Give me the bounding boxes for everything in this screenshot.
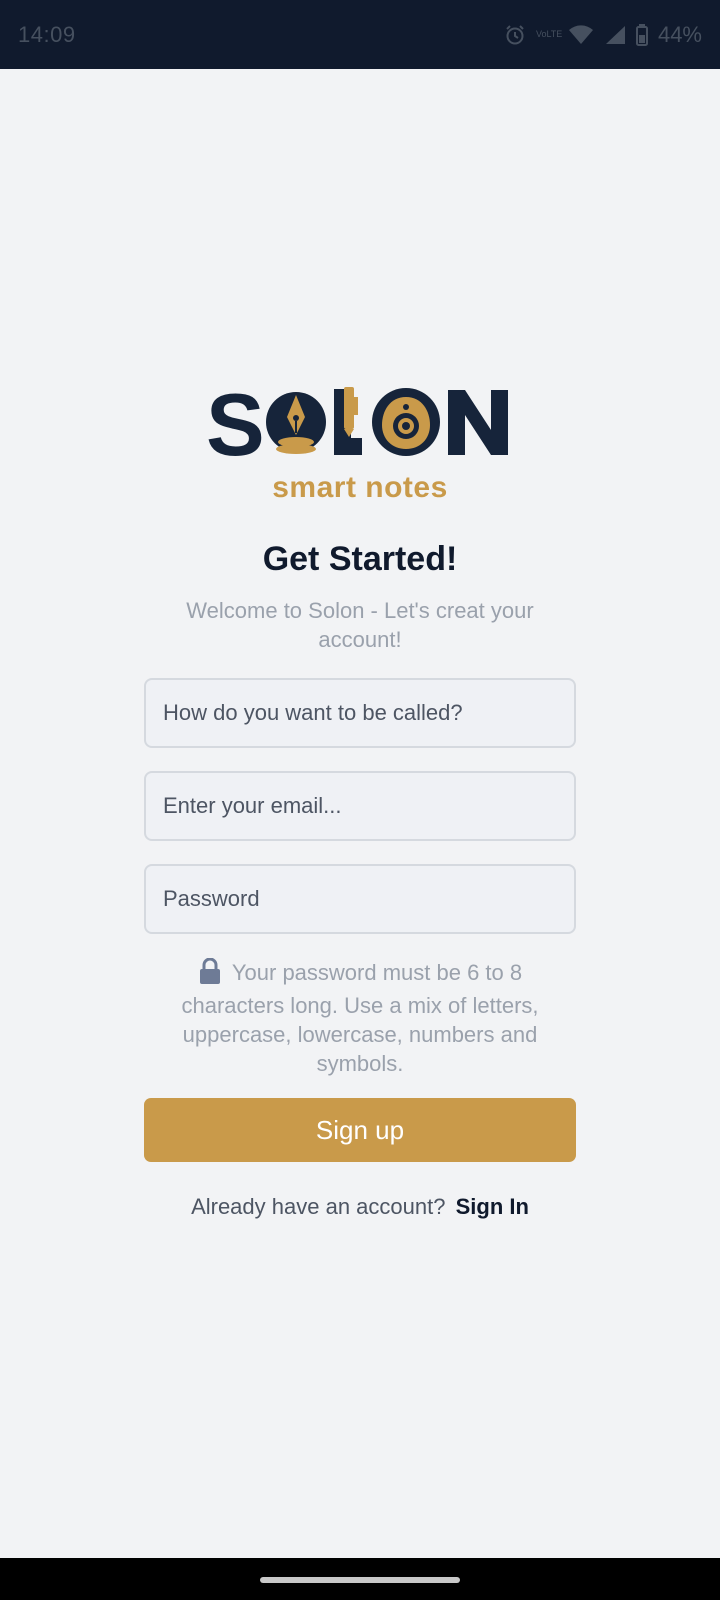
lock-icon bbox=[198, 957, 222, 991]
navigation-bar bbox=[0, 1558, 720, 1600]
status-icons: VoLTE 44% bbox=[504, 22, 702, 48]
wifi-icon bbox=[568, 24, 594, 45]
signin-prompt: Already have an account? Sign In bbox=[0, 1194, 720, 1220]
battery-icon bbox=[635, 23, 648, 46]
solon-logo-icon: S bbox=[208, 385, 508, 459]
signin-prompt-text: Already have an account? bbox=[191, 1194, 446, 1219]
battery-level: 44% bbox=[657, 21, 702, 47]
volte-icon: VoLTE bbox=[535, 29, 563, 39]
email-field[interactable] bbox=[144, 771, 576, 841]
password-input[interactable] bbox=[163, 886, 557, 912]
logo-tagline: smart notes bbox=[272, 471, 448, 504]
password-hint-text: Your password must be 6 to 8 characters … bbox=[181, 960, 539, 1076]
name-field[interactable] bbox=[144, 678, 576, 748]
page-subtitle: Welcome to Solon - Let's creat your acco… bbox=[186, 598, 534, 652]
alarm-icon bbox=[504, 24, 526, 46]
status-time: 14:09 bbox=[18, 21, 76, 47]
logo: S smart notes bbox=[0, 385, 720, 505]
signin-link[interactable]: Sign In bbox=[456, 1194, 529, 1219]
svg-text:S: S bbox=[208, 385, 265, 459]
home-gesture-handle[interactable] bbox=[260, 1577, 460, 1583]
page-title: Get Started! bbox=[262, 540, 458, 578]
signal-icon bbox=[604, 25, 626, 45]
status-bar: 14:09 VoLTE 44% bbox=[0, 0, 720, 69]
password-hint: Your password must be 6 to 8 characters … bbox=[160, 957, 560, 1078]
name-input[interactable] bbox=[163, 700, 557, 726]
password-field[interactable] bbox=[144, 864, 576, 934]
email-input[interactable] bbox=[163, 793, 557, 819]
signup-button[interactable]: Sign up bbox=[144, 1098, 576, 1162]
